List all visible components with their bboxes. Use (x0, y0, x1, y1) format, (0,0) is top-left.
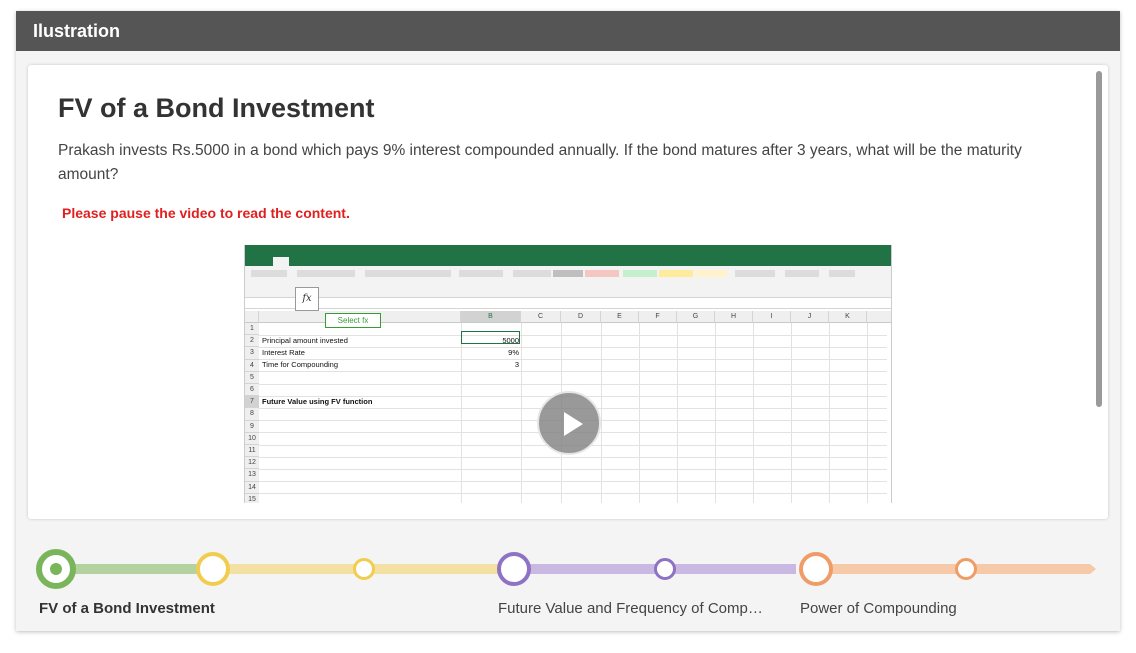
column-header: I (753, 311, 791, 323)
timeline-label[interactable]: Power of Compounding (800, 600, 957, 617)
content-card: FV of a Bond Investment Prakash invests … (28, 65, 1108, 519)
row-header: 12 (245, 457, 259, 470)
row-header: 7 (245, 396, 259, 409)
cell-b4: 3 (514, 360, 519, 369)
column-header: E (601, 311, 639, 323)
active-cell-b7 (461, 331, 520, 344)
column-header: H (715, 311, 753, 323)
video-player[interactable]: B C D E F G H I J K 1 2 3 4 5 6 7 8 9 10… (244, 245, 892, 503)
row-header: 1 (245, 323, 259, 336)
column-header: K (829, 311, 867, 323)
row-header: 4 (245, 359, 259, 372)
cell-a4: Time for Compounding (262, 360, 339, 369)
cell-b3: 9% (508, 348, 519, 357)
timeline-subnode[interactable] (353, 558, 375, 580)
timeline-subnode[interactable] (654, 558, 676, 580)
timeline-arrow-icon (1080, 564, 1096, 574)
timeline-segment (816, 564, 1082, 574)
excel-ribbon-tabs (245, 257, 891, 266)
pause-notice: Please pause the video to read the conte… (62, 205, 350, 221)
timeline-node[interactable] (196, 552, 230, 586)
row-header: 10 (245, 432, 259, 445)
column-header: D (561, 311, 601, 323)
excel-title-bar (245, 245, 891, 257)
column-header: G (677, 311, 715, 323)
panel-header: Ilustration (16, 11, 1120, 51)
progress-timeline: FV of a Bond Investment Future Value and… (16, 541, 1120, 621)
slide-title: FV of a Bond Investment (58, 93, 375, 123)
column-header: C (521, 311, 561, 323)
cell-a7: Future Value using FV function (262, 397, 373, 406)
row-header: 13 (245, 469, 259, 482)
row-header: 3 (245, 347, 259, 360)
timeline-subnode[interactable] (955, 558, 977, 580)
timeline-node[interactable] (497, 552, 531, 586)
row-header: 5 (245, 371, 259, 384)
timeline-node-current[interactable] (36, 549, 76, 589)
row-header: 8 (245, 408, 259, 421)
timeline-segment (56, 564, 200, 574)
timeline-node[interactable] (799, 552, 833, 586)
play-icon[interactable] (537, 391, 601, 455)
excel-ribbon (245, 266, 891, 298)
row-header: 14 (245, 481, 259, 494)
column-header: F (639, 311, 677, 323)
scrollbar[interactable] (1096, 71, 1102, 407)
slide-description: Prakash invests Rs.5000 in a bond which … (58, 142, 1022, 183)
timeline-label-current[interactable]: FV of a Bond Investment (39, 600, 215, 617)
excel-formula-bar (245, 298, 891, 309)
insert-function-icon: fx (295, 287, 319, 311)
cell-a2: Principal amount invested (262, 336, 348, 345)
select-fx-tooltip: Select fx (325, 313, 381, 328)
row-header: 2 (245, 335, 259, 348)
row-header: 9 (245, 420, 259, 433)
column-header: B (461, 311, 521, 323)
column-header: J (791, 311, 829, 323)
timeline-label[interactable]: Future Value and Frequency of Comp… (498, 600, 763, 617)
illustration-panel: Ilustration FV of a Bond Investment Prak… (16, 11, 1120, 631)
row-header: 15 (245, 493, 259, 503)
row-header: 11 (245, 445, 259, 458)
row-header: 6 (245, 384, 259, 397)
cell-a3: Interest Rate (262, 348, 305, 357)
